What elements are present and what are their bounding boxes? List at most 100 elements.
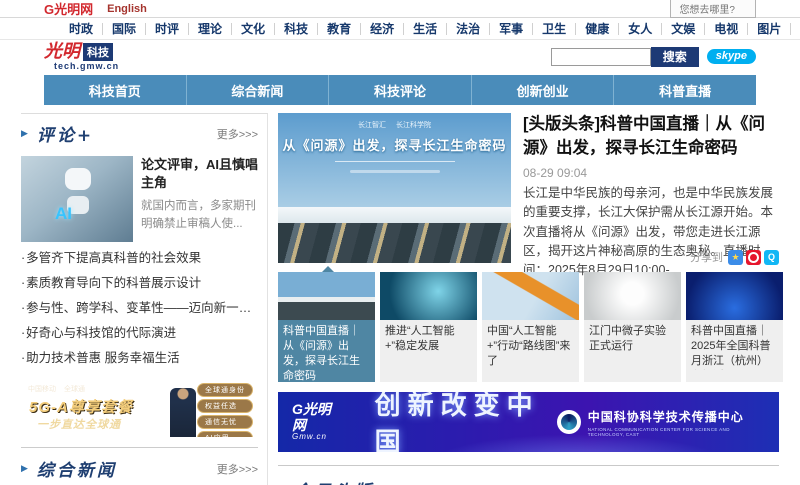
news-more-link[interactable]: 更多>>>: [217, 461, 258, 477]
gmw-banner-logo: G光明网 Gmw.cn: [292, 402, 341, 442]
search-input[interactable]: [550, 47, 651, 66]
bullet-icon: ·: [21, 276, 26, 290]
top-bar: G光明网 English 您想去哪里?: [0, 0, 800, 18]
innovation-banner[interactable]: G光明网 Gmw.cn 创新改变中国 中国科协科学技术传播中心 NATIONAL…: [278, 392, 779, 452]
english-link[interactable]: English: [107, 3, 147, 15]
comment-section-header: ▶ 评论+ 更多>>>: [21, 121, 258, 146]
feature-image-sky: 长江智汇 长江科学院 从《问源》出发，探寻长江生命密码: [278, 113, 511, 207]
nav-item-fazhi[interactable]: 法治: [446, 22, 489, 35]
brand-changjiang-academy: 长江科学院: [396, 122, 431, 129]
tab-general-news[interactable]: 综合新闻: [187, 75, 330, 105]
cast-org-name-en: NATIONAL COMMUNICATION CENTER FOR SCIENC…: [587, 426, 730, 437]
gmw-mini-logo[interactable]: G光明网: [44, 0, 93, 18]
tab-science-live[interactable]: 科普直播: [614, 75, 756, 105]
tab-tech-review[interactable]: 科技评论: [329, 75, 472, 105]
china-mobile-logo: 中国移动: [28, 386, 56, 393]
comment-feature-title[interactable]: 论文评审，AI且慎唱主角: [141, 156, 258, 192]
nav-item-jiankang[interactable]: 健康: [575, 22, 618, 35]
china-mobile-ad-banner[interactable]: 中国移动 全球通 5G-A尊享套餐 一步直达全球通 全球通身份 权益任选 通信无…: [21, 380, 258, 437]
nav-item-guoji[interactable]: 国际: [102, 22, 145, 35]
list-item[interactable]: ·素质教育导向下的科普展示设计: [21, 271, 258, 296]
qq-share-icon[interactable]: Q: [764, 249, 779, 265]
comment-feature-article[interactable]: AI 论文评审，AI且慎唱主角 就国内而言，多家期刊明确禁止审稿人使...: [21, 156, 258, 242]
site-logo[interactable]: 光明 科技 tech.gmw.cn: [44, 42, 120, 71]
headline-date: 08-29 09:04: [523, 165, 588, 180]
ad-feature-pills: 全球通身份 权益任选 通信无忧 AI应用: [197, 383, 253, 437]
nav-item-nvren[interactable]: 女人: [618, 22, 661, 35]
today-headlines-header: ▶ 今日头版: [278, 465, 779, 485]
cast-org-block: 中国科协科学技术传播中心 NATIONAL COMMUNICATION CENT…: [556, 408, 765, 437]
cast-swirl-icon: [556, 410, 581, 434]
banner-title: 创新改变中国: [374, 392, 540, 452]
nav-item-weisheng[interactable]: 卫生: [532, 22, 575, 35]
nav-item-dianshi[interactable]: 电视: [704, 22, 747, 35]
ad-pill: 权益任选: [197, 399, 253, 413]
nav-item-wenhua[interactable]: 文化: [231, 22, 274, 35]
thumbnail-card[interactable]: 江门中微子实验正式运行: [584, 272, 681, 382]
nav-item-tupian[interactable]: 图片: [747, 22, 790, 35]
ai-image-label: AI: [55, 204, 72, 223]
bullet-icon: ·: [21, 301, 26, 315]
feature-image-title: 从《问源》出发，探寻长江生命密码: [282, 138, 507, 153]
comment-more-link[interactable]: 更多>>>: [217, 126, 258, 142]
ad-pill: 通信无忧: [197, 415, 253, 429]
list-item-text: 多管齐下提高真科普的社会效果: [26, 251, 202, 265]
thumbnail-card-selected[interactable]: 科普中国直播｜从《问源》出发，探寻长江生命密码: [278, 266, 375, 382]
thumb-caption: 江门中微子实验正式运行: [589, 325, 666, 352]
thumb-caption: 科普中国直播｜从《问源》出发，探寻长江生命密码: [283, 325, 360, 382]
comment-feature-summary: 就国内而言，多家期刊明确禁止审稿人使...: [141, 200, 256, 230]
ad-pill: 全球通身份: [197, 383, 253, 397]
bullet-icon: ·: [21, 351, 26, 365]
nav-item-junshi[interactable]: 军事: [489, 22, 532, 35]
nav-item-kepu[interactable]: 科普: [790, 22, 800, 35]
nav-item-keji[interactable]: 科技: [274, 22, 317, 35]
skype-logo[interactable]: skype: [706, 49, 756, 64]
list-item[interactable]: ·参与性、跨学科、变革性——迈向新一代科学...: [21, 296, 258, 321]
nav-item-jiaoyu[interactable]: 教育: [317, 22, 360, 35]
qzone-share-icon[interactable]: ★: [728, 249, 743, 265]
ad-brand-logos: 中国移动 全球通: [28, 384, 85, 394]
bullet-icon: ·: [21, 251, 26, 265]
list-item[interactable]: ·多管齐下提高真科普的社会效果: [21, 246, 258, 271]
site-domain: tech.gmw.cn: [54, 60, 120, 71]
gmw-logo-icon: G光明网: [44, 2, 94, 17]
list-item[interactable]: ·助力技术普惠 服务幸福生活: [21, 346, 258, 371]
ai-robot-image[interactable]: AI: [21, 156, 133, 242]
feature-image-brands: 长江智汇 长江科学院: [278, 113, 511, 130]
robot-figure: [65, 168, 91, 190]
gmw-banner-logo-text: G光明网: [292, 401, 331, 433]
feature-image-river: [278, 223, 511, 263]
nav-item-jingji[interactable]: 经济: [360, 22, 403, 35]
thumbnail-card[interactable]: 中国“人工智能+”行动“路线图”来了: [482, 272, 579, 382]
list-item[interactable]: ·好奇心与科技馆的代际演进: [21, 321, 258, 346]
tab-tech-home[interactable]: 科技首页: [44, 75, 187, 105]
comment-list: ·多管齐下提高真科普的社会效果 ·素质教育导向下的科普展示设计 ·参与性、跨学科…: [21, 246, 258, 371]
masthead: 光明 科技 tech.gmw.cn 搜索 skype: [0, 40, 800, 73]
where-to-go-select[interactable]: 您想去哪里?: [670, 0, 756, 18]
left-divider: [21, 447, 258, 448]
headline-title[interactable]: [头版头条]科普中国直播｜从《问源》出发，探寻长江生命密码: [523, 113, 779, 161]
nav-item-lilun[interactable]: 理论: [188, 22, 231, 35]
tab-innovation[interactable]: 创新创业: [472, 75, 615, 105]
today-headlines-title: 今日头版: [294, 477, 374, 485]
ad-pill: AI应用: [197, 431, 253, 437]
left-column: ▶ 评论+ 更多>>> AI 论文评审，AI且慎唱主角 就国内而言，多家期刊明确…: [21, 113, 268, 485]
nav-item-shenghuo[interactable]: 生活: [403, 22, 446, 35]
gmw-banner-logo-domain: Gmw.cn: [292, 431, 327, 441]
news-section-title: 综合新闻: [36, 461, 117, 481]
thumbnail-card[interactable]: 科普中国直播｜2025年全国科普月浙江（杭州）主场活...: [686, 272, 783, 382]
nav-item-shizheng[interactable]: 时政: [60, 23, 102, 35]
featured-story-image[interactable]: 长江智汇 长江科学院 从《问源》出发，探寻长江生命密码: [278, 113, 511, 263]
search-button[interactable]: 搜索: [650, 46, 699, 67]
news-section-header: ▶ 综合新闻 更多>>>: [21, 456, 258, 481]
comment-section-title: 评论+: [36, 126, 95, 146]
page-content: ▶ 评论+ 更多>>> AI 论文评审，AI且慎唱主角 就国内而言，多家期刊明确…: [21, 113, 783, 485]
search-area: 搜索 skype: [550, 46, 756, 67]
thumb-image-wenyuan: [278, 272, 375, 320]
bullet-icon: ·: [21, 326, 26, 340]
cast-org-name: 中国科协科学技术传播中心: [587, 409, 744, 424]
thumbnail-card[interactable]: 推进“人工智能+”稳定发展: [380, 272, 477, 382]
weibo-share-icon[interactable]: [746, 249, 761, 265]
nav-item-shiping[interactable]: 时评: [145, 22, 188, 35]
nav-item-wenyu[interactable]: 文娱: [661, 22, 704, 35]
